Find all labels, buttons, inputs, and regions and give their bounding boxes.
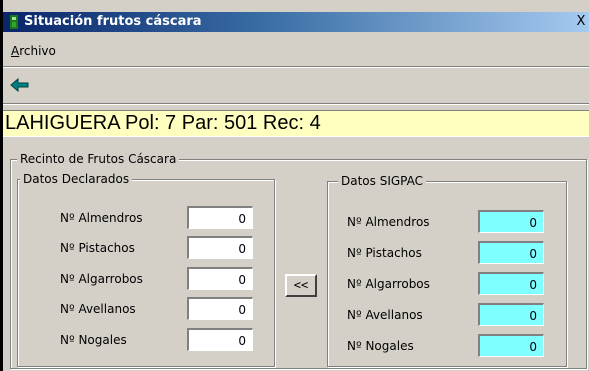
sigpac-label-avellanos: Nº Avellanos bbox=[347, 308, 423, 322]
declarados-label-almendros: Nº Almendros bbox=[60, 211, 143, 225]
sigpac-field-almendros[interactable]: 0 bbox=[478, 210, 544, 233]
declarados-field-algarrobos[interactable]: 0 bbox=[187, 267, 253, 290]
sigpac-label-almendros: Nº Almendros bbox=[347, 215, 430, 229]
menu-bar: Archivo bbox=[3, 41, 589, 63]
declarados-field-almendros[interactable]: 0 bbox=[187, 206, 253, 229]
menu-archivo-accel: A bbox=[11, 44, 20, 58]
copy-sigpac-button[interactable]: << bbox=[285, 274, 317, 297]
location-header-text: LAHIGUERA Pol: 7 Par: 501 Rec: 4 bbox=[5, 112, 321, 134]
declarados-field-nogales[interactable]: 0 bbox=[187, 328, 253, 351]
declarados-field-pistachos[interactable]: 0 bbox=[187, 236, 253, 259]
toolbar bbox=[3, 73, 589, 99]
location-header: LAHIGUERA Pol: 7 Par: 501 Rec: 4 bbox=[3, 110, 589, 137]
declarados-label-pistachos: Nº Pistachos bbox=[60, 241, 135, 255]
close-button[interactable]: X bbox=[573, 14, 589, 30]
sigpac-field-pistachos[interactable]: 0 bbox=[478, 241, 544, 264]
declarados-field-avellanos[interactable]: 0 bbox=[187, 297, 253, 320]
menu-archivo-label: rchivo bbox=[19, 44, 56, 58]
window: Situación frutos cáscara X Archivo LAHIG… bbox=[0, 0, 589, 371]
menu-archivo[interactable]: Archivo bbox=[11, 44, 56, 58]
declarados-label-nogales: Nº Nogales bbox=[60, 333, 127, 347]
title-bar[interactable]: Situación frutos cáscara X bbox=[3, 12, 589, 32]
sigpac-group-title: Datos SIGPAC bbox=[338, 174, 427, 188]
toolbar-separator bbox=[3, 103, 589, 105]
sigpac-field-avellanos[interactable]: 0 bbox=[478, 303, 544, 326]
sigpac-field-nogales[interactable]: 0 bbox=[478, 334, 544, 357]
declarados-label-algarrobos: Nº Algarrobos bbox=[60, 272, 143, 286]
sigpac-label-nogales: Nº Nogales bbox=[347, 339, 414, 353]
declarados-label-avellanos: Nº Avellanos bbox=[60, 302, 136, 316]
recinto-group-title: Recinto de Frutos Cáscara bbox=[17, 152, 180, 166]
sigpac-label-algarrobos: Nº Algarrobos bbox=[347, 277, 430, 291]
app-icon bbox=[10, 15, 18, 29]
declarados-group-title: Datos Declarados bbox=[20, 172, 133, 186]
arrow-left-icon[interactable] bbox=[9, 76, 31, 94]
sigpac-label-pistachos: Nº Pistachos bbox=[347, 246, 422, 260]
menu-separator bbox=[3, 66, 589, 68]
window-title: Situación frutos cáscara bbox=[24, 14, 202, 29]
sigpac-field-algarrobos[interactable]: 0 bbox=[478, 272, 544, 295]
